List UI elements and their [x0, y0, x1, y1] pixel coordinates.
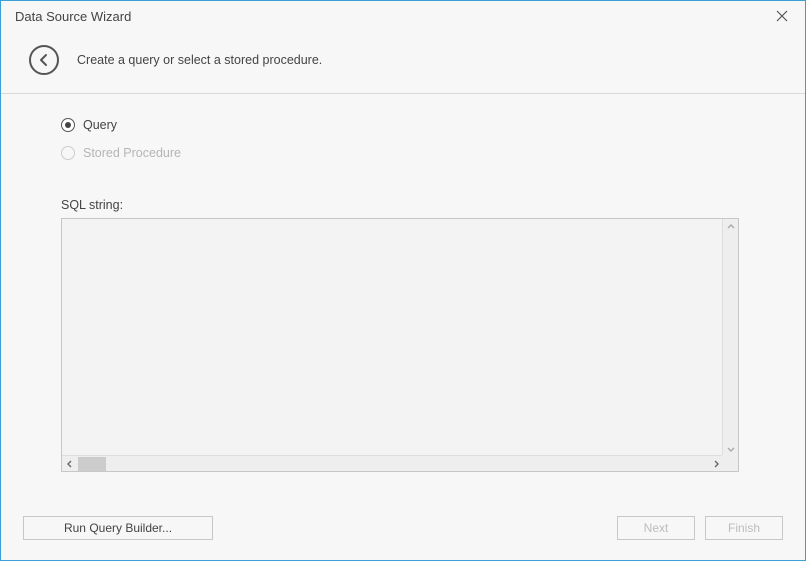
radio-stored-procedure: [61, 146, 75, 160]
vertical-scrollbar[interactable]: [722, 219, 738, 457]
scroll-corner: [722, 455, 738, 471]
horizontal-scrollbar[interactable]: [62, 455, 724, 471]
wizard-subtitle: Create a query or select a stored proced…: [77, 53, 322, 67]
arrow-left-icon: [37, 53, 51, 67]
back-button[interactable]: [29, 45, 59, 75]
window-title: Data Source Wizard: [15, 9, 131, 24]
sql-string-label: SQL string:: [61, 198, 745, 212]
close-button[interactable]: [771, 5, 793, 27]
scroll-left-icon: [62, 456, 78, 472]
scroll-h-thumb[interactable]: [78, 457, 106, 471]
finish-button: Finish: [705, 516, 783, 540]
wizard-footer: Run Query Builder... Next Finish: [1, 498, 805, 560]
close-icon: [776, 10, 788, 22]
wizard-window: Data Source Wizard Create a query or sel…: [0, 0, 806, 561]
scroll-up-icon: [723, 219, 739, 235]
radio-stored-procedure-label: Stored Procedure: [83, 146, 181, 160]
next-button: Next: [617, 516, 695, 540]
scroll-h-track: [78, 457, 708, 471]
radio-query-label: Query: [83, 118, 117, 132]
sql-string-box: [61, 218, 739, 472]
titlebar: Data Source Wizard: [1, 1, 805, 31]
wizard-header: Create a query or select a stored proced…: [1, 31, 805, 94]
radio-query-row[interactable]: Query: [61, 118, 745, 132]
wizard-content: Query Stored Procedure SQL string:: [1, 94, 805, 498]
sql-string-input[interactable]: [62, 219, 724, 457]
run-query-builder-button[interactable]: Run Query Builder...: [23, 516, 213, 540]
radio-query[interactable]: [61, 118, 75, 132]
radio-stored-procedure-row: Stored Procedure: [61, 146, 745, 160]
